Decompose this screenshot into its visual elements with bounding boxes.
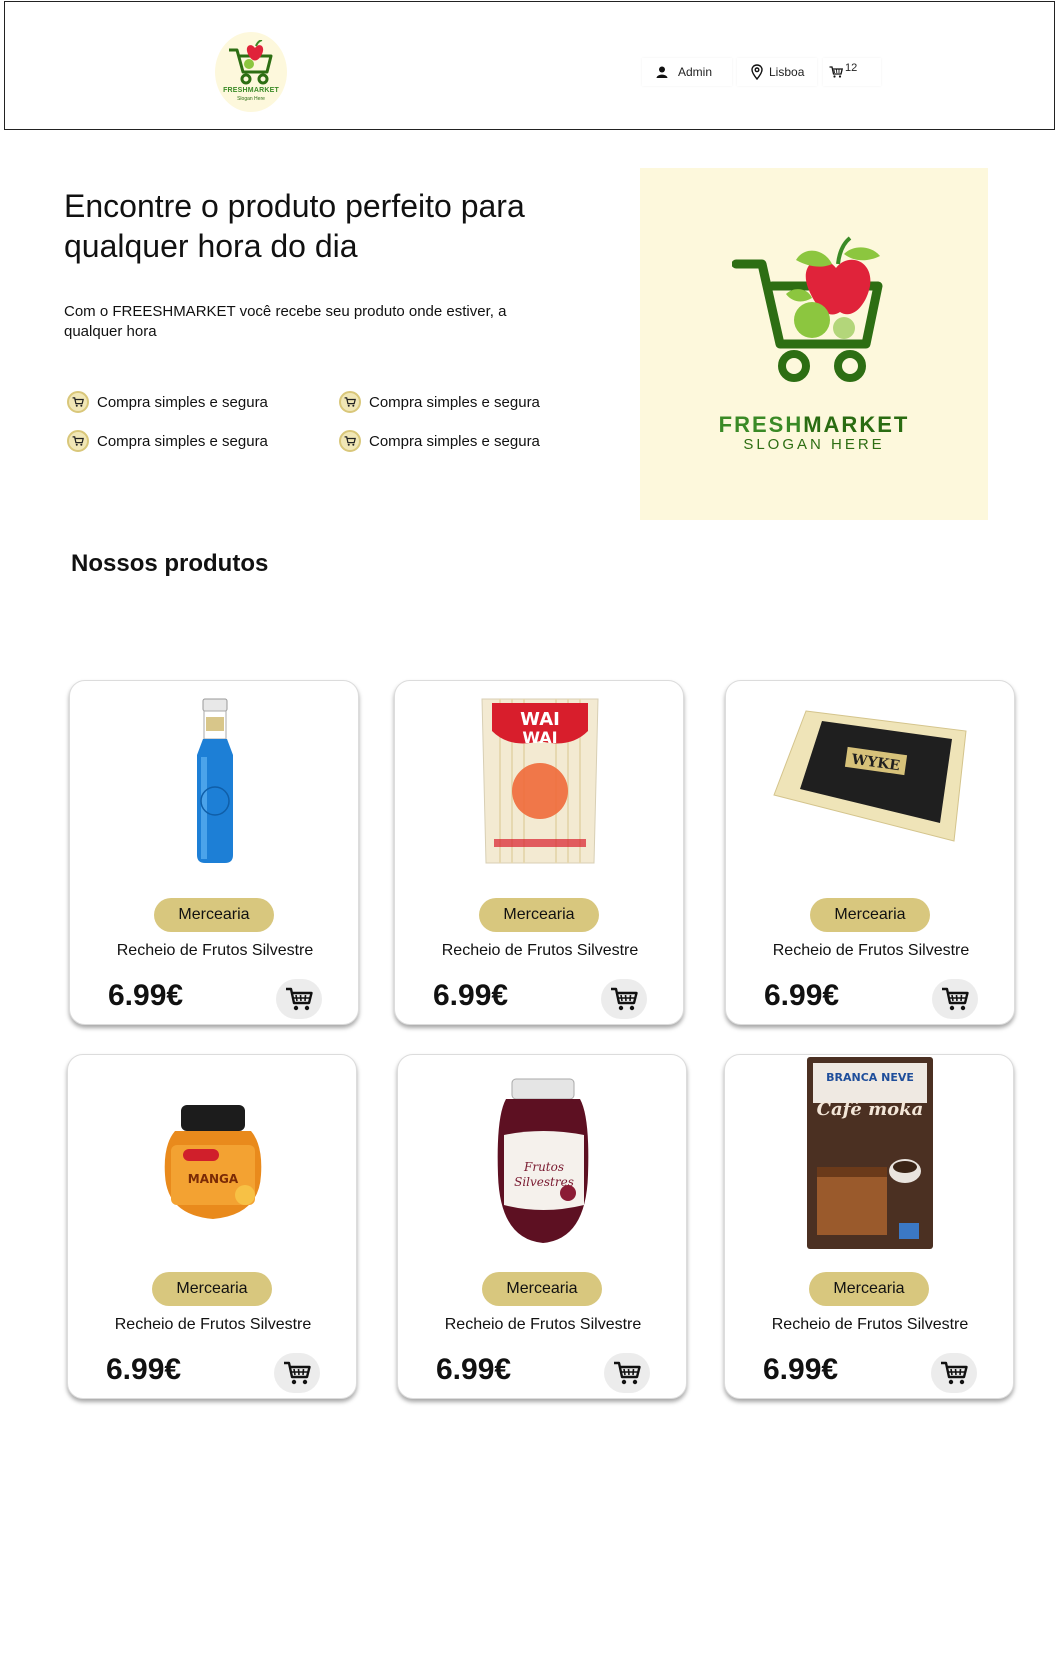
cart-icon bbox=[284, 1361, 311, 1385]
product-price: 6.99€ bbox=[763, 1353, 839, 1386]
category-badge[interactable]: Mercearia bbox=[482, 1272, 602, 1306]
berry-filling-jar-image: Frutos Silvestres bbox=[398, 1065, 688, 1245]
add-to-cart-button[interactable] bbox=[276, 979, 322, 1019]
noodles-package-image: WAI WAI bbox=[395, 691, 685, 871]
feature-label: Compra simples e segura bbox=[369, 432, 540, 450]
cart-count-badge: 12 bbox=[845, 62, 858, 74]
cart-icon bbox=[829, 66, 843, 78]
top-header: FRESHMARKET Slogan Here Admin Lisboa 12 bbox=[4, 1, 1055, 130]
add-to-cart-button[interactable] bbox=[274, 1353, 320, 1393]
cheese-block-image: WYKE bbox=[726, 691, 1016, 871]
location-label: Lisboa bbox=[769, 65, 805, 79]
header-logo[interactable]: FRESHMARKET Slogan Here bbox=[215, 32, 287, 112]
product-card[interactable]: BRANCA NEVE Café moka Mercearia Recheio … bbox=[724, 1054, 1014, 1399]
product-name[interactable]: Recheio de Frutos Silvestre bbox=[398, 1316, 688, 1334]
product-price: 6.99€ bbox=[436, 1353, 512, 1386]
product-name[interactable]: Recheio de Frutos Silvestre bbox=[726, 942, 1016, 960]
user-icon bbox=[656, 66, 668, 78]
header-cart-button[interactable]: 12 bbox=[823, 58, 881, 86]
product-price: 6.99€ bbox=[764, 979, 840, 1012]
brand-name: FRESHMARKET bbox=[640, 412, 988, 438]
product-price: 6.99€ bbox=[108, 979, 184, 1012]
location-selector[interactable]: Lisboa bbox=[737, 58, 817, 86]
category-badge[interactable]: Mercearia bbox=[479, 898, 599, 932]
feature-label: Compra simples e segura bbox=[97, 432, 268, 450]
feature-item: Compra simples e segura bbox=[339, 391, 540, 413]
brand-part2: MARKET bbox=[803, 412, 910, 437]
add-to-cart-button[interactable] bbox=[604, 1353, 650, 1393]
cart-icon bbox=[611, 987, 638, 1011]
product-name[interactable]: Recheio de Frutos Silvestre bbox=[725, 1316, 1015, 1334]
cart-badge-icon bbox=[67, 391, 89, 413]
product-card[interactable]: WAI WAI Mercearia Recheio de Frutos Silv… bbox=[394, 680, 684, 1025]
user-menu[interactable]: Admin bbox=[642, 58, 732, 86]
hero-logo-banner: FRESHMARKET SLOGAN HERE bbox=[640, 168, 988, 520]
product-name[interactable]: Recheio de Frutos Silvestre bbox=[68, 1316, 358, 1334]
cart-badge-icon bbox=[339, 391, 361, 413]
hero-subtitle: Com o FREESHMARKET você recebe seu produ… bbox=[64, 303, 507, 340]
svg-text:Frutos: Frutos bbox=[523, 1160, 564, 1174]
add-to-cart-button[interactable] bbox=[601, 979, 647, 1019]
svg-text:Café moka: Café moka bbox=[817, 1099, 924, 1120]
category-badge[interactable]: Mercearia bbox=[154, 898, 274, 932]
product-card[interactable]: WYKE Mercearia Recheio de Frutos Silvest… bbox=[725, 680, 1015, 1025]
add-to-cart-button[interactable] bbox=[932, 979, 978, 1019]
brand-slogan: SLOGAN HERE bbox=[743, 436, 885, 453]
cart-badge-icon bbox=[339, 430, 361, 452]
svg-text:WAI: WAI bbox=[522, 728, 557, 747]
cart-icon bbox=[614, 1361, 641, 1385]
product-price: 6.99€ bbox=[106, 1353, 182, 1386]
cart-icon bbox=[942, 987, 969, 1011]
product-card[interactable]: Frutos Silvestres Mercearia Recheio de F… bbox=[397, 1054, 687, 1399]
add-to-cart-button[interactable] bbox=[931, 1353, 977, 1393]
feature-item: Compra simples e segura bbox=[339, 430, 540, 452]
product-card[interactable]: Mercearia Recheio de Frutos Silvestre 6.… bbox=[69, 680, 359, 1025]
page: FRESHMARKET Slogan Here Admin Lisboa 12 … bbox=[0, 0, 1055, 1679]
product-name[interactable]: Recheio de Frutos Silvestre bbox=[70, 942, 360, 960]
svg-text:WAI: WAI bbox=[520, 709, 560, 730]
location-pin-icon bbox=[751, 64, 763, 80]
cake-mix-box-image: BRANCA NEVE Café moka bbox=[725, 1057, 1015, 1249]
user-label: Admin bbox=[678, 65, 713, 79]
cart-icon bbox=[941, 1361, 968, 1385]
mango-jam-jar-image: MANGA bbox=[68, 1065, 358, 1245]
category-badge[interactable]: Mercearia bbox=[809, 1272, 929, 1306]
header-logo-name: FRESHMARKET bbox=[223, 87, 279, 94]
feature-item: Compra simples e segura bbox=[67, 430, 268, 452]
category-badge[interactable]: Mercearia bbox=[810, 898, 930, 932]
cart-logo-icon bbox=[229, 40, 273, 85]
product-price: 6.99€ bbox=[433, 979, 509, 1012]
cart-badge-icon bbox=[67, 430, 89, 452]
svg-text:MANGA: MANGA bbox=[188, 1172, 239, 1186]
shopping-cart-logo-icon bbox=[732, 236, 883, 382]
feature-item: Compra simples e segura bbox=[67, 391, 268, 413]
header-logo-slogan: Slogan Here bbox=[237, 96, 265, 102]
product-card[interactable]: MANGA Mercearia Recheio de Frutos Silves… bbox=[67, 1054, 357, 1399]
products-section-title: Nossos produtos bbox=[71, 550, 269, 577]
cart-icon bbox=[286, 987, 313, 1011]
category-badge[interactable]: Mercearia bbox=[152, 1272, 272, 1306]
brand-part1: FRESH bbox=[718, 412, 804, 437]
svg-text:BRANCA NEVE: BRANCA NEVE bbox=[826, 1071, 914, 1084]
feature-label: Compra simples e segura bbox=[97, 393, 268, 411]
product-name[interactable]: Recheio de Frutos Silvestre bbox=[395, 942, 685, 960]
feature-label: Compra simples e segura bbox=[369, 393, 540, 411]
hero-title: Encontre o produto perfeito para qualque… bbox=[64, 188, 525, 264]
water-bottle-image bbox=[70, 691, 360, 871]
